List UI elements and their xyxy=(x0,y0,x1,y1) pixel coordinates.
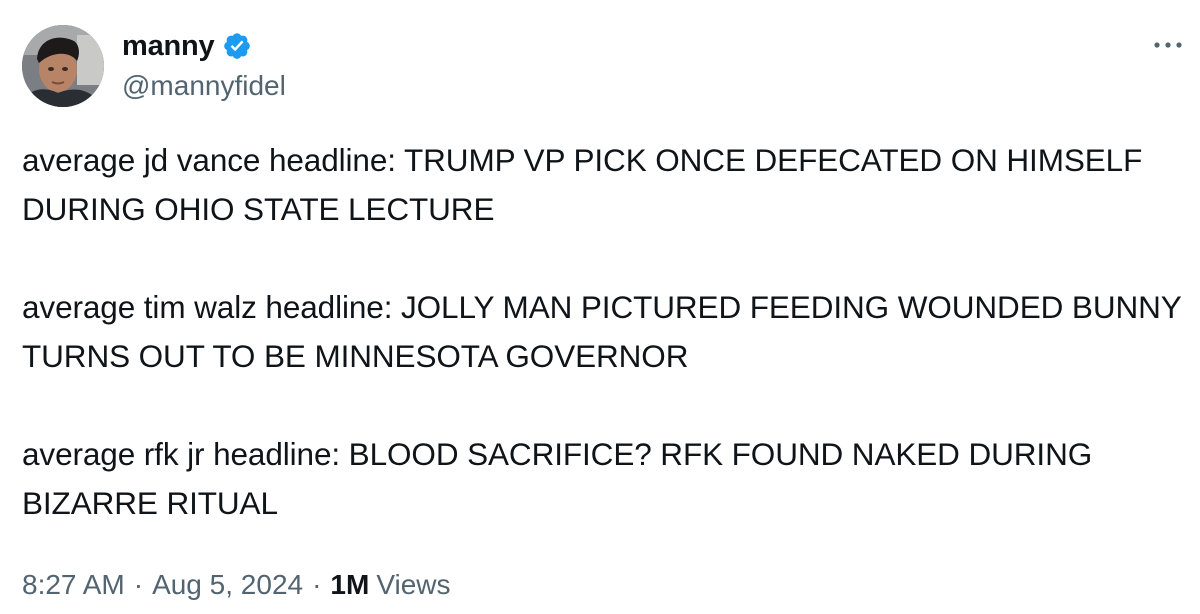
tweet-time[interactable]: 8:27 AM xyxy=(22,569,125,601)
tweet: manny @mannyfidel average jd vance headl… xyxy=(0,0,1200,614)
tweet-paragraph: average rfk jr headline: BLOOD SACRIFICE… xyxy=(22,436,1093,521)
more-horizontal-icon xyxy=(1154,42,1182,48)
tweet-text: average jd vance headline: TRUMP VP PICK… xyxy=(22,136,1192,528)
more-options-button[interactable] xyxy=(1148,30,1188,60)
author-handle[interactable]: @mannyfidel xyxy=(122,70,286,102)
tweet-date[interactable]: Aug 5, 2024 xyxy=(152,569,303,601)
tweet-paragraph: average jd vance headline: TRUMP VP PICK… xyxy=(22,142,1143,227)
tweet-metadata: 8:27 AM · Aug 5, 2024 · 1M Views xyxy=(22,565,451,605)
verified-badge-icon[interactable] xyxy=(222,31,252,61)
display-name[interactable]: manny xyxy=(122,30,215,63)
views-label[interactable]: Views xyxy=(376,569,450,601)
author-name-row: manny xyxy=(122,28,252,64)
profile-photo-icon xyxy=(22,25,104,107)
separator-dot: · xyxy=(133,569,144,600)
avatar[interactable] xyxy=(22,25,104,107)
views-count[interactable]: 1M xyxy=(330,569,369,601)
tweet-paragraph: average tim walz headline: JOLLY MAN PIC… xyxy=(22,289,1182,374)
separator-dot: · xyxy=(312,569,322,600)
